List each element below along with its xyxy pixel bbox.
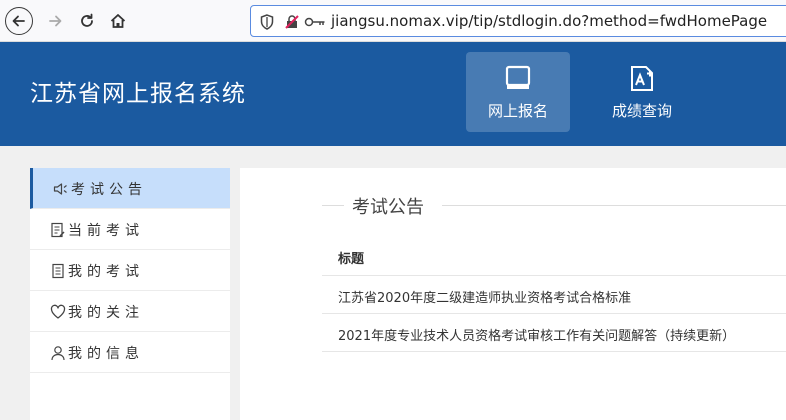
sidebar-item-label: 我的信息 <box>68 346 144 362</box>
tab-score-query[interactable]: 成绩查询 <box>590 52 694 132</box>
table-header: 标题 <box>322 238 786 276</box>
sidebar-item-label: 我的考试 <box>68 264 144 280</box>
home-button[interactable] <box>104 7 132 35</box>
tab-label: 成绩查询 <box>611 102 672 120</box>
tab-label: 网上报名 <box>487 102 548 120</box>
browser-toolbar: jiangsu.nomax.vip/tip/stdlogin.do?method… <box>0 0 786 42</box>
section-divider <box>322 205 344 206</box>
section-title: 考试公告 <box>352 197 424 218</box>
book-icon <box>50 263 66 279</box>
main-content: 考试公告 标题 江苏省2020年度二级建造师执业资格考试合格标准 2021年度专… <box>240 168 786 420</box>
table-row[interactable]: 江苏省2020年度二级建造师执业资格考试合格标准 <box>322 276 786 314</box>
speaker-icon <box>53 181 69 197</box>
sidebar-item-my-exams[interactable]: 我的考试 <box>30 250 230 291</box>
document-edit-icon <box>50 222 66 238</box>
notice-title-link[interactable]: 江苏省2020年度二级建造师执业资格考试合格标准 <box>338 287 631 306</box>
back-button[interactable] <box>5 7 33 35</box>
heart-icon <box>50 304 66 320</box>
sidebar-item-my-follows[interactable]: 我的关注 <box>30 291 230 332</box>
insecure-lock-icon[interactable] <box>284 13 300 31</box>
column-header-title: 标题 <box>338 252 365 267</box>
home-icon <box>110 14 126 28</box>
site-title: 江苏省网上报名系统 <box>30 81 246 107</box>
address-bar[interactable]: jiangsu.nomax.vip/tip/stdlogin.do?method… <box>250 5 786 37</box>
sidebar-item-label: 考试公告 <box>71 182 147 198</box>
arrow-right-icon <box>49 15 62 27</box>
sidebar: 考试公告 当前考试 我的考试 我的关注 我的信息 <box>30 168 230 420</box>
url-text[interactable]: jiangsu.nomax.vip/tip/stdlogin.do?method… <box>331 12 767 30</box>
tab-online-registration[interactable]: 网上报名 <box>466 52 570 132</box>
sidebar-item-current-exams[interactable]: 当前考试 <box>30 209 230 250</box>
arrow-left-icon <box>12 15 25 27</box>
table-row[interactable]: 2021年度专业技术人员资格考试审核工作有关问题解答（持续更新） <box>322 314 786 352</box>
grade-icon <box>628 64 656 92</box>
key-icon[interactable] <box>304 13 326 31</box>
sidebar-item-label: 我的关注 <box>68 305 144 321</box>
site-header: 江苏省网上报名系统 网上报名 成绩查询 <box>0 42 786 146</box>
sidebar-item-label: 当前考试 <box>68 223 144 239</box>
sidebar-item-my-info[interactable]: 我的信息 <box>30 332 230 373</box>
user-icon <box>50 345 66 361</box>
section-divider <box>442 205 786 206</box>
sidebar-item-exam-announcements[interactable]: 考试公告 <box>30 168 230 209</box>
notice-title-link[interactable]: 2021年度专业技术人员资格考试审核工作有关问题解答（持续更新） <box>338 325 735 344</box>
monitor-icon <box>504 64 532 92</box>
reload-icon <box>81 13 93 27</box>
forward-button[interactable] <box>41 7 69 35</box>
reload-button[interactable] <box>73 7 101 35</box>
shield-icon[interactable] <box>259 13 275 31</box>
